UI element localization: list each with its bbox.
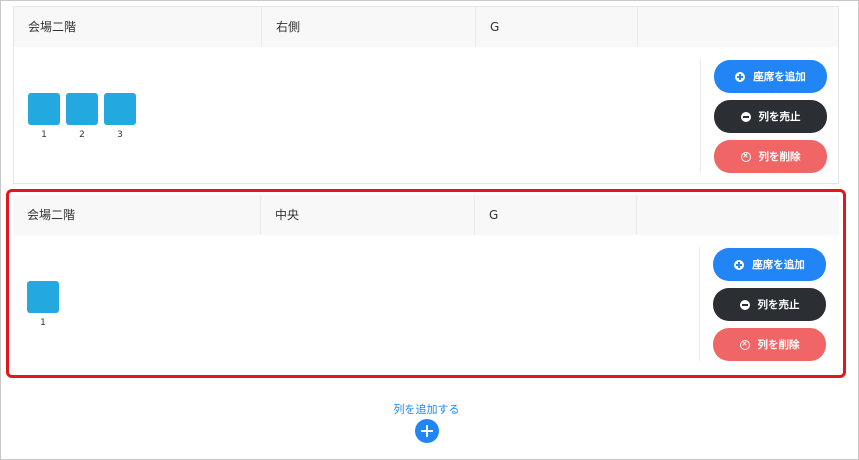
seat-list: 1 2 3 [28,93,136,140]
seat[interactable]: 3 [104,93,136,140]
row-card: 会場二階 中央 G 1 座席を追加 列を売止 列を削除 [13,195,839,373]
seat-box[interactable] [27,281,59,313]
seat-number: 2 [79,130,85,140]
empty-header-cell [638,7,838,47]
row-header: 会場二階 中央 G [13,195,839,235]
seat-number: 1 [40,318,46,328]
add-seat-button[interactable]: 座席を追加 [713,248,826,281]
add-seat-button[interactable]: 座席を追加 [714,60,827,93]
delete-row-button[interactable]: 列を削除 [714,140,827,173]
add-row-section: 列を追加する [0,398,853,417]
floor-cell: 会場二階 [13,195,261,235]
plus-circle-icon [734,259,745,270]
sell-row-button[interactable]: 列を売止 [713,288,826,321]
sell-row-button[interactable]: 列を売止 [714,100,827,133]
seat-box[interactable] [104,93,136,125]
row-card: 会場二階 右側 G 1 2 3 座席を追加 列を売止 列を削除 [13,6,839,184]
seat-box[interactable] [28,93,60,125]
seat-box[interactable] [66,93,98,125]
floor-cell: 会場二階 [14,7,262,47]
row-name-cell: G [475,195,637,235]
sell-row-label: 列を売止 [757,299,800,311]
seat-number: 3 [117,130,123,140]
minus-circle-icon [740,111,751,122]
delete-row-label: 列を削除 [758,151,801,163]
minus-circle-icon [739,299,750,310]
row-header: 会場二階 右側 G [14,7,838,47]
row-actions: 座席を追加 列を売止 列を削除 [713,248,826,361]
seat-list: 1 [27,281,59,328]
seat[interactable]: 2 [66,93,98,140]
add-seat-label: 座席を追加 [753,71,806,83]
close-circle-icon [739,339,750,350]
delete-row-button[interactable]: 列を削除 [713,328,826,361]
delete-row-label: 列を削除 [757,339,800,351]
sell-row-label: 列を売止 [758,111,801,123]
row-actions: 座席を追加 列を売止 列を削除 [714,60,827,173]
plus-circle-icon [735,71,746,82]
seat-number: 1 [41,130,47,140]
section-cell: 中央 [261,195,475,235]
add-row-link[interactable]: 列を追加する [394,403,460,416]
row-name-cell: G [476,7,638,47]
empty-header-cell [637,195,839,235]
seat[interactable]: 1 [27,281,59,328]
add-row-button[interactable] [415,419,439,443]
close-circle-icon [740,151,751,162]
divider [700,59,701,173]
seat[interactable]: 1 [28,93,60,140]
add-seat-label: 座席を追加 [752,259,805,271]
divider [699,247,700,361]
section-cell: 右側 [262,7,476,47]
